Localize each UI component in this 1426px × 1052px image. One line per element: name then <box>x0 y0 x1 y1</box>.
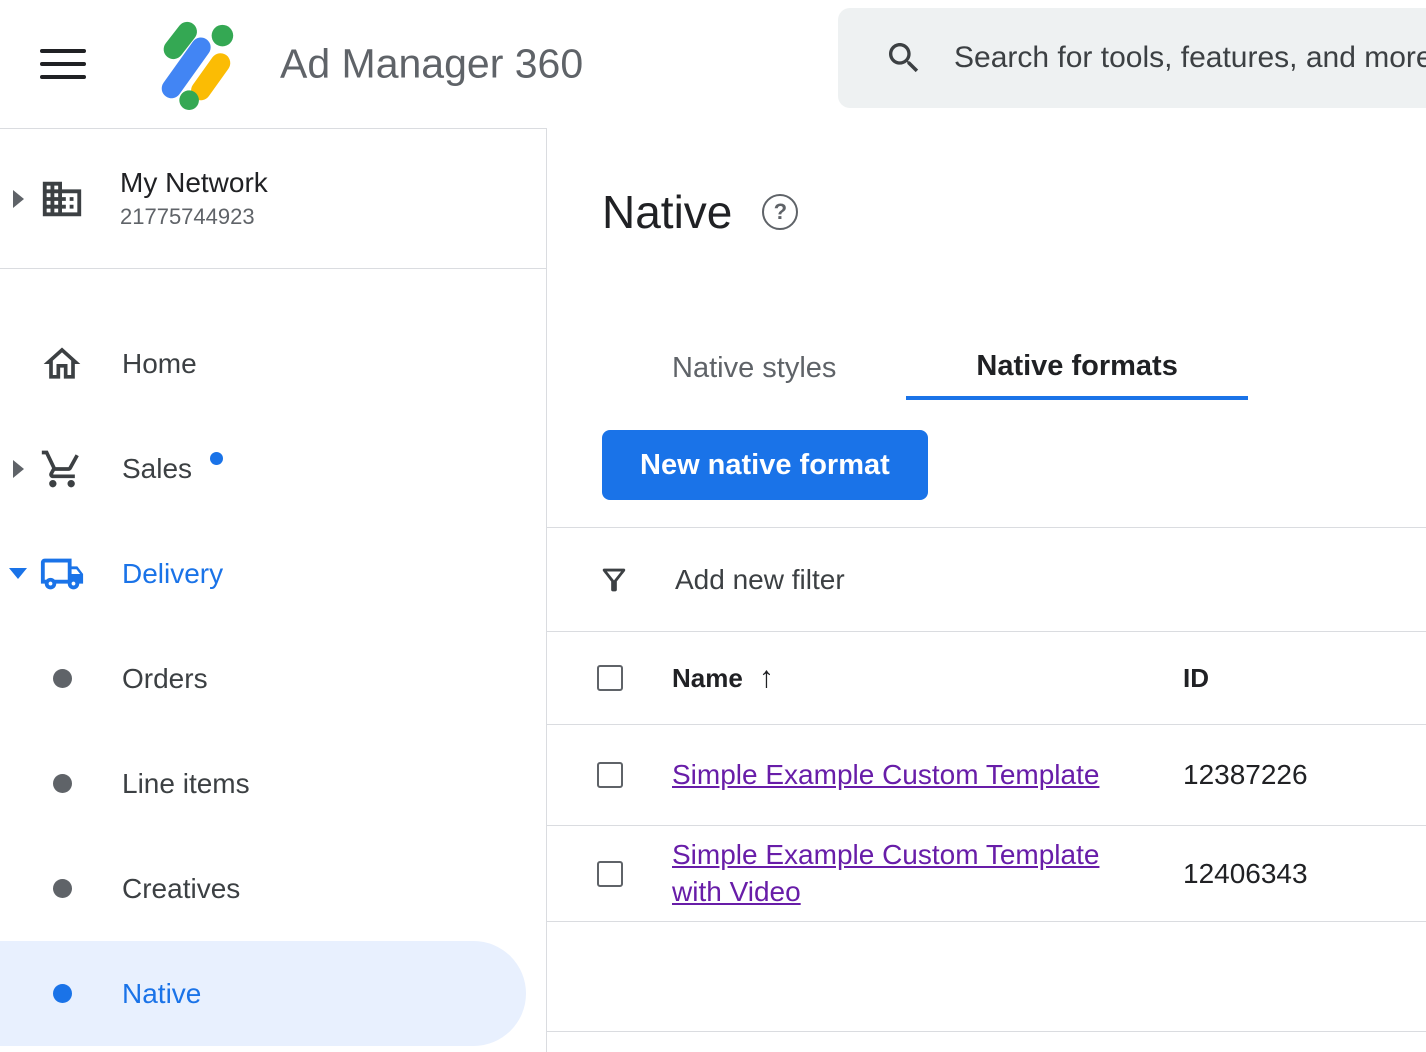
topbar: Ad Manager 360 <box>0 0 1426 128</box>
filter-funnel-icon <box>597 563 631 597</box>
table-header-row: Name ↑ ID <box>547 632 1426 725</box>
sidebar-item-orders[interactable]: Orders <box>0 626 546 731</box>
select-all-checkbox[interactable] <box>597 665 623 691</box>
app-root: Ad Manager 360 My Network <box>0 0 1426 1052</box>
delivery-collapse-caret-slot[interactable] <box>0 568 36 579</box>
bullet-icon <box>53 984 72 1003</box>
caret-right-icon <box>13 190 24 208</box>
sidebar-item-label: Native <box>122 978 201 1010</box>
sidebar-item-native[interactable]: Native <box>0 941 526 1046</box>
native-formats-table: Name ↑ ID Simple Example Custom Template… <box>547 632 1426 1032</box>
caret-down-icon <box>9 568 27 579</box>
hamburger-bar <box>40 75 86 79</box>
search-box[interactable] <box>838 8 1426 108</box>
sales-expand-caret-slot[interactable] <box>0 460 36 478</box>
column-header-id[interactable]: ID <box>1183 663 1426 694</box>
row-checkbox[interactable] <box>597 762 623 788</box>
caret-right-icon <box>13 460 24 478</box>
cart-icon <box>36 447 88 491</box>
truck-icon-svg <box>39 551 85 597</box>
network-id: 21775744923 <box>120 204 268 230</box>
sidebar-item-home[interactable]: Home <box>0 311 546 416</box>
new-native-format-button[interactable]: New native format <box>602 430 928 500</box>
sidebar-item-label: Delivery <box>122 558 223 590</box>
ad-manager-logo-icon <box>148 16 242 110</box>
page-head: Native ? Native styles Native formats Ne… <box>547 128 1426 527</box>
help-icon[interactable]: ? <box>762 194 798 230</box>
column-header-name[interactable]: Name ↑ <box>672 661 1183 695</box>
bullet-slot <box>36 774 88 793</box>
tabs: Native styles Native formats <box>602 336 1426 400</box>
hamburger-bar <box>40 49 86 53</box>
sidebar-item-label: Sales <box>122 453 192 485</box>
network-text: My Network 21775744923 <box>120 167 268 230</box>
network-selector[interactable]: My Network 21775744923 <box>0 129 546 269</box>
sidebar-item-delivery[interactable]: Delivery <box>0 521 546 626</box>
table-row: Simple Example Custom Template 12387226 <box>547 725 1426 826</box>
row-name-cell: Simple Example Custom Template <box>672 757 1183 793</box>
native-format-link[interactable]: Simple Example Custom Template <box>672 757 1099 793</box>
network-building-icon <box>36 176 88 222</box>
table-empty-area <box>547 922 1426 1032</box>
search-input[interactable] <box>952 40 1426 76</box>
search-icon <box>884 38 924 78</box>
sidebar-item-creatives[interactable]: Creatives <box>0 836 546 941</box>
hamburger-bar <box>40 62 86 66</box>
sidebar-item-line-items[interactable]: Line items <box>0 731 546 836</box>
bullet-icon <box>53 879 72 898</box>
bullet-slot <box>36 669 88 688</box>
sidebar-item-label: Line items <box>122 768 250 800</box>
network-name: My Network <box>120 167 268 199</box>
table-row: Simple Example Custom Template with Vide… <box>547 826 1426 922</box>
notification-dot <box>210 452 223 465</box>
native-format-link[interactable]: Simple Example Custom Template with Vide… <box>672 837 1144 910</box>
network-expand-caret-slot[interactable] <box>0 190 36 208</box>
bullet-slot <box>36 879 88 898</box>
filter-bar[interactable]: Add new filter <box>547 527 1426 632</box>
bullet-icon <box>53 669 72 688</box>
tab-native-formats[interactable]: Native formats <box>906 336 1247 400</box>
row-checkbox[interactable] <box>597 861 623 887</box>
cart-icon-svg <box>40 447 84 491</box>
app-title: Ad Manager 360 <box>280 41 583 88</box>
sidebar-item-label: Orders <box>122 663 208 695</box>
row-id-cell: 12406343 <box>1183 858 1426 890</box>
sidebar-item-sales[interactable]: Sales <box>0 416 546 521</box>
sidebar-nav-list: Home Sales <box>0 269 546 1046</box>
home-icon <box>36 342 88 386</box>
column-header-name-label: Name <box>672 663 743 694</box>
building-icon-svg <box>39 176 85 222</box>
home-icon-svg <box>40 342 84 386</box>
menu-hamburger-icon[interactable] <box>40 44 86 84</box>
ad-manager-logo-svg <box>148 16 242 110</box>
body-row: My Network 21775744923 Home <box>0 128 1426 1052</box>
bullet-slot <box>36 984 88 1003</box>
main-content: Native ? Native styles Native formats Ne… <box>547 128 1426 1052</box>
add-new-filter-label[interactable]: Add new filter <box>675 564 845 596</box>
tab-native-styles[interactable]: Native styles <box>602 336 906 400</box>
page-title-row: Native ? <box>602 186 1426 238</box>
sidebar-item-label: Home <box>122 348 197 380</box>
row-name-cell: Simple Example Custom Template with Vide… <box>672 837 1183 910</box>
row-id-cell: 12387226 <box>1183 759 1426 791</box>
bullet-icon <box>53 774 72 793</box>
sidebar: My Network 21775744923 Home <box>0 128 547 1052</box>
sort-ascending-icon[interactable]: ↑ <box>759 661 774 695</box>
page-title: Native <box>602 186 732 238</box>
sidebar-item-label: Creatives <box>122 873 240 905</box>
truck-icon <box>36 551 88 597</box>
